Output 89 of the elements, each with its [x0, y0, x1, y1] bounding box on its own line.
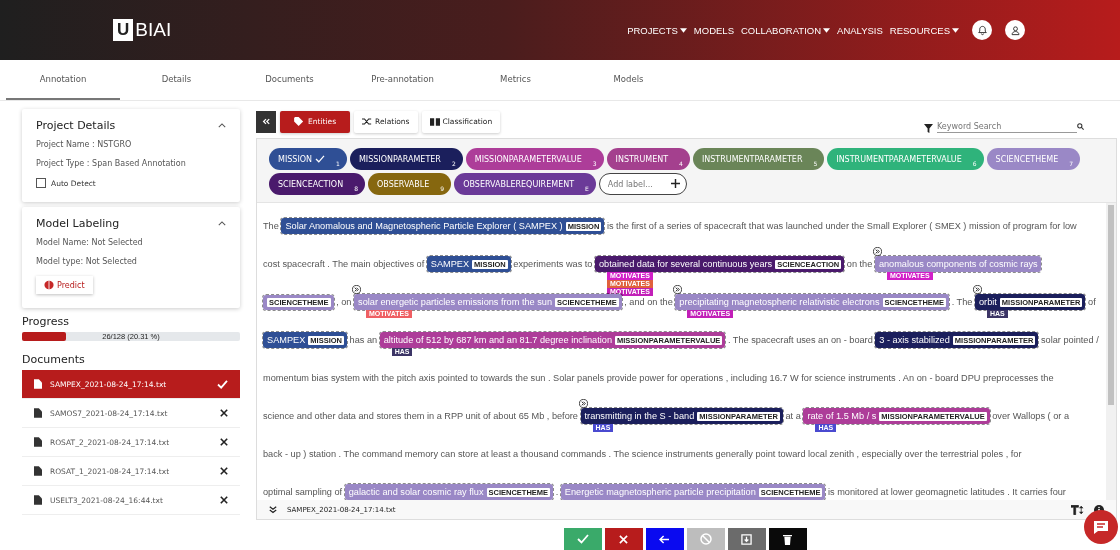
notifications-button[interactable] [972, 20, 992, 40]
file-icon [34, 495, 42, 505]
close-icon[interactable] [220, 438, 228, 446]
document-text: back - up ) station . The command memory can store at least a thousand commands . The science instruments generally point toward local zenith , especially over the terrestrial poles , for [263, 449, 1022, 459]
tab[interactable]: Metrics [459, 60, 572, 100]
logo-text: BIAI [135, 19, 172, 41]
logo-letter: U [113, 19, 134, 41]
back-button[interactable] [645, 528, 684, 550]
document-text: The [263, 221, 280, 231]
delete-button[interactable] [768, 528, 807, 550]
nav-link[interactable]: RESOURCES [889, 24, 959, 36]
file-icon [34, 408, 42, 418]
info-text: Model type: Not Selected [36, 257, 138, 266]
tab[interactable]: Details [120, 60, 233, 100]
search-icon[interactable] [1077, 123, 1084, 130]
double-chevron-icon[interactable] [269, 505, 277, 514]
document-text: on the [845, 259, 874, 269]
document-text: at a [784, 411, 802, 421]
file-icon [34, 466, 42, 476]
tab[interactable]: Documents [233, 60, 346, 100]
document-text: , and on the [623, 297, 674, 307]
search-field[interactable]: Keyword Search [937, 120, 1077, 133]
book-icon [429, 117, 440, 126]
info-text: Project Name : NSTGRO [36, 140, 133, 149]
text-size-icon[interactable] [1071, 504, 1084, 515]
bell-icon [976, 24, 988, 36]
document-text: . [554, 487, 560, 497]
info-text: Model Name: Not Selected [36, 238, 144, 247]
chevron-icon[interactable] [218, 123, 226, 128]
arrow-left-icon [659, 534, 670, 544]
accept-button[interactable] [563, 528, 602, 550]
user-icon [1009, 24, 1021, 36]
document-text: momentum bias system with the pitch axis pointed to towards the sun . Solar panels provide power for operations , including 16.7 W for science instruments . An on - board DPU preprocesses the [263, 373, 1054, 383]
nav-link[interactable]: MODELS [693, 24, 734, 36]
file-icon [34, 437, 42, 447]
chevron-icon[interactable] [218, 221, 226, 226]
card-title: Model Labeling [36, 217, 120, 230]
reject-button[interactable] [604, 528, 643, 550]
checkbox[interactable] [36, 178, 46, 188]
document-text: solar pointed / [1039, 335, 1099, 345]
document-text: is monitored at lower geomagnetic latitudes . It carries four [826, 487, 1066, 497]
document-text: experiments was to [512, 259, 594, 269]
document-text: . The [950, 297, 974, 307]
brain-icon [44, 280, 54, 290]
nav-link[interactable]: ANALYSIS [837, 24, 883, 36]
chat-button[interactable] [1084, 510, 1118, 544]
info-text: Project Type : Span Based Annotation [36, 159, 187, 168]
trash-icon [783, 533, 792, 545]
document-text: science and other data and stores them in a RPP unit of about 65 Mb , before [263, 411, 579, 421]
document-text: . The spacecraft uses an on - board [726, 335, 874, 345]
block-icon [699, 533, 712, 545]
caret-icon [952, 27, 959, 33]
add-label-field[interactable]: Add label... [598, 173, 687, 195]
document-text: has an [348, 335, 379, 345]
nav-link[interactable]: PROJECTS [627, 24, 687, 36]
check-icon [576, 534, 589, 544]
download-icon [741, 533, 752, 545]
chat-icon [1093, 519, 1109, 535]
document-text: is the first of a series of spacecraft that was launched under the Small Explorer ( SMEX ) mission of program for low [605, 221, 1077, 231]
caret-icon [823, 27, 831, 33]
scrollbar[interactable] [1106, 203, 1116, 500]
tab[interactable]: Models [572, 60, 685, 100]
check-icon [315, 155, 326, 163]
section-title: Documents [22, 353, 86, 366]
tab[interactable]: Pre-annotation [346, 60, 459, 100]
nav-link[interactable]: COLLABORATION [740, 24, 831, 36]
document-text: optimal sampling of [263, 487, 344, 497]
close-icon[interactable] [220, 409, 228, 417]
document-text: over Wallops ( or a [991, 411, 1069, 421]
download-button[interactable] [727, 528, 766, 550]
close-icon[interactable] [220, 496, 228, 504]
tag-icon [294, 117, 305, 126]
card-title: Project Details [36, 119, 116, 132]
tab[interactable]: Annotation [6, 60, 120, 100]
file-icon [34, 379, 42, 389]
document-text: of [1087, 297, 1096, 307]
caret-icon [679, 27, 687, 33]
section-title: Progress [22, 315, 70, 328]
predict-button[interactable]: Predict [36, 276, 93, 294]
shuffle-icon [362, 117, 373, 126]
close-icon [619, 534, 628, 544]
plus-icon[interactable] [670, 179, 680, 188]
filter-icon[interactable] [924, 123, 933, 133]
collapse-button[interactable] [256, 110, 276, 133]
close-icon[interactable] [220, 467, 228, 475]
double-chevron-icon [262, 118, 270, 125]
document-text: cost spacecraft . The main objectives of [263, 259, 426, 269]
document-text: , on [335, 297, 353, 307]
user-button[interactable] [1005, 20, 1025, 40]
